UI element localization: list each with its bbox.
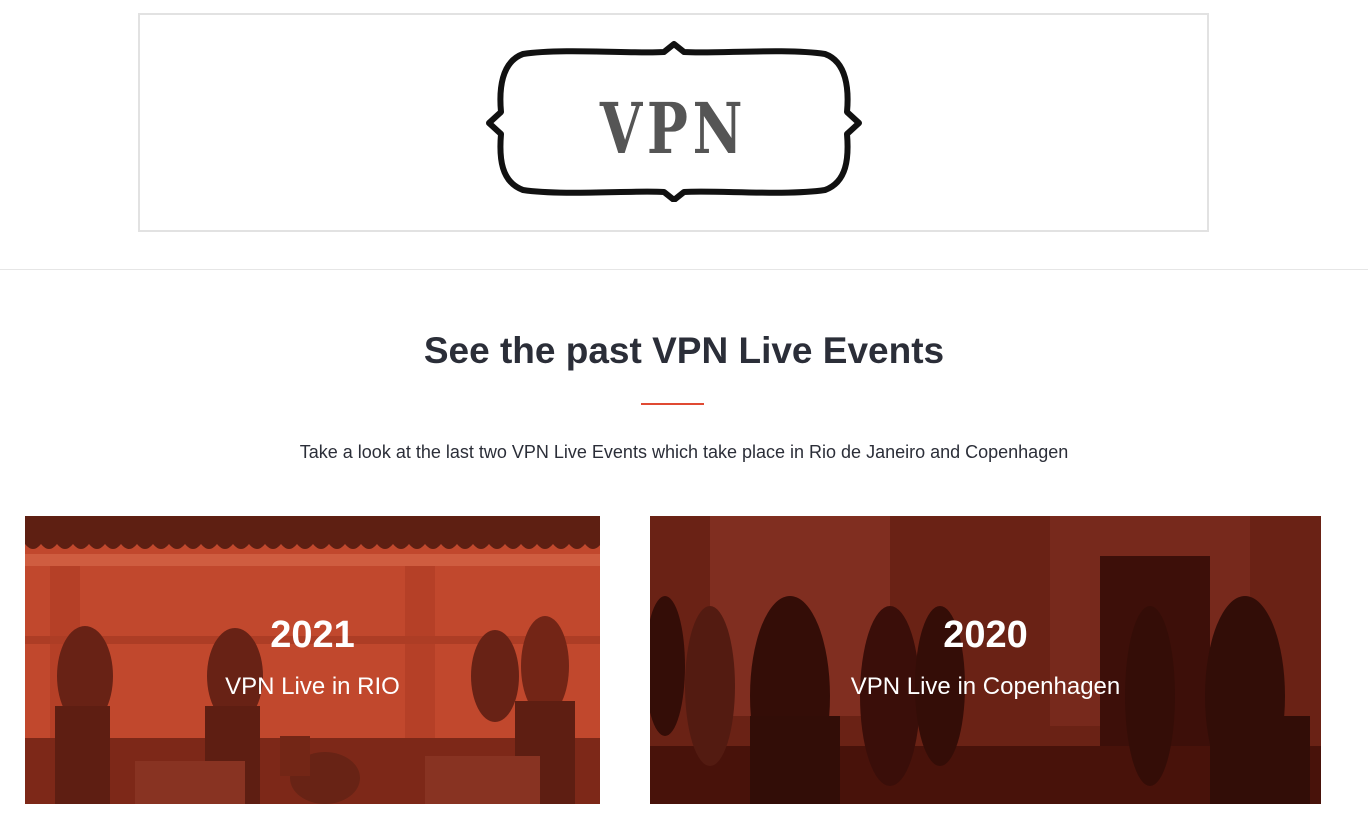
header-divider: [0, 269, 1368, 270]
site-logo[interactable]: VPN: [138, 13, 1209, 232]
title-underline: [641, 403, 704, 405]
event-year: 2020: [943, 614, 1028, 656]
section-title: See the past VPN Live Events: [423, 330, 945, 371]
event-card-copenhagen[interactable]: 2020 VPN Live in Copenhagen: [650, 516, 1321, 804]
logo-text: VPN: [599, 87, 748, 170]
event-name: VPN Live in Copenhagen: [850, 673, 1121, 700]
event-name: VPN Live in RIO: [225, 673, 400, 700]
event-card-rio[interactable]: 2021 VPN Live in RIO: [25, 516, 600, 804]
event-overlay: [25, 516, 600, 804]
event-year: 2021: [270, 614, 355, 656]
event-overlay: [650, 516, 1321, 804]
section-subtitle: Take a look at the last two VPN Live Eve…: [299, 442, 1069, 462]
